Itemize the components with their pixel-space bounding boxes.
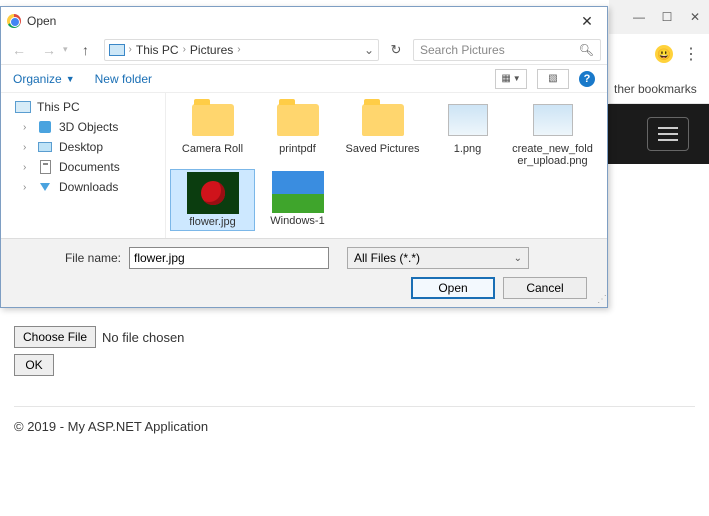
download-icon xyxy=(40,183,50,191)
desktop-icon xyxy=(38,142,52,152)
dialog-titlebar: Open ✕ xyxy=(1,7,607,35)
view-button[interactable]: ▦ ▼ xyxy=(495,69,527,89)
resize-grip-icon[interactable]: ⋰ xyxy=(597,294,605,305)
browser-toolbar-right: 😃 ⋮ xyxy=(609,34,709,74)
cancel-button[interactable]: Cancel xyxy=(503,277,587,299)
chrome-icon xyxy=(7,14,21,28)
tree-item[interactable]: ›Documents xyxy=(1,157,165,177)
no-file-label: No file chosen xyxy=(102,330,184,345)
site-navbar xyxy=(600,104,709,164)
tree-item[interactable]: ›Desktop xyxy=(1,137,165,157)
image-thumbnail xyxy=(187,172,239,214)
file-item[interactable]: 1.png xyxy=(425,97,510,169)
dialog-nav: ← → ▾ ↑ › This PC › Pictures › ⌄ ↻ Searc… xyxy=(1,35,607,65)
browser-window-controls: — ☐ ✕ xyxy=(609,0,709,34)
file-open-dialog: Open ✕ ← → ▾ ↑ › This PC › Pictures › ⌄ … xyxy=(0,6,608,308)
filename-input[interactable] xyxy=(129,247,329,269)
hamburger-icon[interactable] xyxy=(647,117,689,151)
open-button[interactable]: Open xyxy=(411,277,495,299)
folder-icon xyxy=(362,104,404,136)
file-item-selected[interactable]: flower.jpg xyxy=(170,169,255,231)
close-icon[interactable]: ✕ xyxy=(681,5,709,29)
image-icon xyxy=(448,104,488,136)
chevron-right-icon: › xyxy=(23,122,26,133)
chevron-down-icon: ▼ xyxy=(66,74,75,84)
new-folder-button[interactable]: New folder xyxy=(95,72,152,86)
folder-icon xyxy=(277,104,319,136)
tree-this-pc[interactable]: This PC xyxy=(1,97,165,117)
history-dropdown-icon[interactable]: ▾ xyxy=(63,44,68,55)
search-input[interactable]: Search Pictures 🔍︎ xyxy=(413,39,601,61)
chevron-right-icon: › xyxy=(129,44,132,55)
choose-file-button[interactable]: Choose File xyxy=(14,326,96,348)
page-footer: © 2019 - My ASP.NET Application xyxy=(14,419,695,434)
preview-button[interactable]: ▧ xyxy=(537,69,569,89)
dialog-close-button[interactable]: ✕ xyxy=(573,10,601,32)
breadcrumb-root[interactable]: This PC xyxy=(136,43,179,57)
up-button[interactable]: ↑ xyxy=(74,38,98,62)
dialog-toolbar: Organize ▼ New folder ▦ ▼ ▧ ? xyxy=(1,65,607,93)
extension-icon[interactable]: 😃 xyxy=(655,45,673,63)
address-bar[interactable]: › This PC › Pictures › ⌄ xyxy=(104,39,379,61)
chevron-right-icon: › xyxy=(23,162,26,173)
chevron-right-icon: › xyxy=(183,44,186,55)
folder-tree: This PC ›3D Objects ›Desktop ›Documents … xyxy=(1,93,166,238)
refresh-button[interactable]: ↻ xyxy=(385,39,407,61)
help-icon[interactable]: ? xyxy=(579,71,595,87)
divider xyxy=(14,406,695,407)
organize-menu[interactable]: Organize ▼ xyxy=(13,72,75,86)
file-item[interactable]: Windows-1 xyxy=(255,169,340,231)
chevron-right-icon: › xyxy=(23,182,26,193)
image-thumbnail xyxy=(272,171,324,213)
back-button[interactable]: ← xyxy=(7,38,31,62)
bookmarks-bar: ther bookmarks xyxy=(609,74,709,104)
address-dropdown-icon[interactable]: ⌄ xyxy=(364,43,374,57)
file-item[interactable]: Saved Pictures xyxy=(340,97,425,169)
filetype-dropdown[interactable]: All Files (*.*) ⌄ xyxy=(347,247,529,269)
file-item[interactable]: Camera Roll xyxy=(170,97,255,169)
pc-icon xyxy=(15,101,31,113)
tree-item[interactable]: ›3D Objects xyxy=(1,117,165,137)
chevron-right-icon: › xyxy=(23,142,26,153)
folder-icon xyxy=(192,104,234,136)
image-icon xyxy=(533,104,573,136)
dialog-footer: File name: All Files (*.*) ⌄ Open Cancel… xyxy=(1,238,607,307)
cube-icon xyxy=(39,121,51,133)
document-icon xyxy=(40,160,51,174)
breadcrumb-folder[interactable]: Pictures xyxy=(190,43,233,57)
chevron-down-icon: ⌄ xyxy=(514,253,522,264)
page-content: Choose File No file chosen OK © 2019 - M… xyxy=(14,326,695,434)
chevron-right-icon: › xyxy=(237,44,240,55)
filename-label: File name: xyxy=(11,251,121,265)
dialog-title: Open xyxy=(27,14,56,28)
ok-button[interactable]: OK xyxy=(14,354,54,376)
minimize-icon[interactable]: — xyxy=(625,5,653,29)
maximize-icon[interactable]: ☐ xyxy=(653,5,681,29)
search-icon: 🔍︎ xyxy=(579,43,594,57)
forward-button[interactable]: → xyxy=(37,38,61,62)
pc-icon xyxy=(109,44,125,56)
file-item[interactable]: printpdf xyxy=(255,97,340,169)
file-item[interactable]: create_new_folder_upload.png xyxy=(510,97,595,169)
file-grid: Camera Roll printpdf Saved Pictures 1.pn… xyxy=(166,93,607,238)
tree-item[interactable]: ›Downloads xyxy=(1,177,165,197)
search-placeholder: Search Pictures xyxy=(420,43,505,57)
menu-icon[interactable]: ⋮ xyxy=(683,44,699,64)
